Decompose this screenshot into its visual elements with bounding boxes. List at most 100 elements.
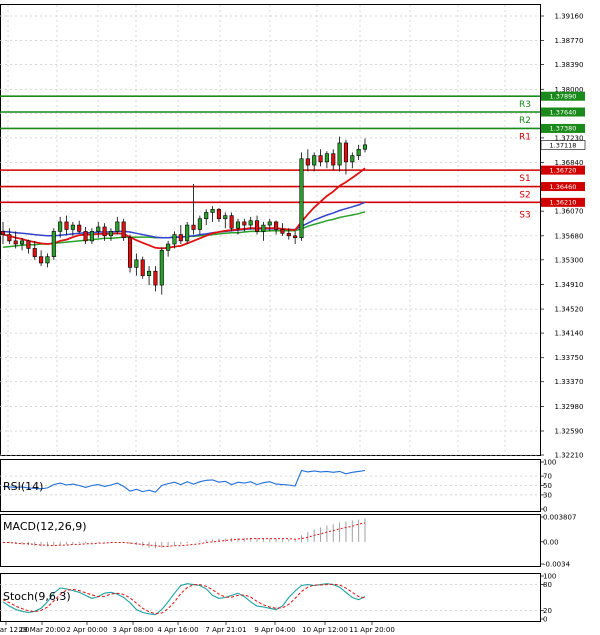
candle-body [235, 221, 241, 229]
level-name: R1 [519, 132, 531, 142]
candle-body [102, 226, 107, 237]
level-tag-text: 1.36210 [550, 199, 577, 207]
candle-body [210, 208, 215, 213]
macd-y-axis: 0.003807 0.00 -0.0034 [540, 514, 576, 569]
level-tag-text: 1.36720 [550, 166, 577, 174]
level-name: R3 [519, 100, 531, 110]
candle-body [147, 270, 152, 276]
candle-body [172, 234, 177, 245]
candle-body [204, 212, 209, 220]
y-tick-label: 30 [543, 491, 552, 499]
candle-body [254, 220, 260, 232]
candle-body [191, 224, 196, 230]
candle-body [39, 256, 44, 264]
stoch-title: Stoch(9,6,3) [3, 590, 71, 603]
x-tick-label: 9 Apr 04:00 [254, 626, 295, 634]
candle-body [26, 240, 31, 249]
current-price-tag-text: 1.37118 [550, 141, 577, 149]
candle-body [51, 231, 56, 257]
candle-body [318, 155, 323, 163]
candle-body [343, 142, 348, 163]
candle [121, 218, 126, 241]
main-plot-frame [0, 4, 541, 456]
candle-body [70, 224, 75, 230]
candle-body [324, 153, 329, 163]
candle-body [127, 237, 133, 268]
candle-body [286, 232, 291, 237]
y-tick-label: 1.33370 [555, 378, 584, 386]
candle [185, 221, 190, 245]
y-tick-label: -0.0034 [543, 561, 571, 569]
candle-body [166, 243, 171, 251]
level-tag-text: 1.37640 [550, 108, 577, 116]
candle-body [223, 215, 228, 220]
candle-body [7, 234, 12, 242]
level-name: S2 [519, 191, 530, 201]
rsi-y-axis: 100 705030 0 [540, 459, 556, 514]
candle-body [64, 221, 69, 230]
level-name: R2 [519, 116, 531, 126]
level-price-tags: 1.37890 1.37640 1.37380 1.36720 1.36460 1.362… [540, 91, 586, 207]
y-tick-label: 0.00 [543, 538, 559, 546]
candle-body [312, 155, 317, 166]
candle-body [32, 248, 37, 257]
x-tick-label: 4 Apr 16:00 [157, 626, 198, 634]
candle-body [197, 218, 202, 230]
candle [51, 228, 56, 260]
macd-title: MACD(12,26,9) [3, 520, 87, 533]
candle-body [89, 231, 94, 242]
candle-body [134, 259, 139, 268]
x-axis: 28 Mar 12:0029 Mar 20:002 Apr 00:003 Apr… [0, 621, 395, 634]
x-tick-label: 11 Apr 20:00 [349, 626, 395, 634]
candle-body [115, 221, 120, 232]
rsi-title: RSI(14) [3, 480, 43, 493]
candle-body [45, 256, 50, 264]
candle-body [299, 158, 304, 239]
candle-body [216, 208, 221, 220]
y-tick-label: 1.38390 [555, 61, 584, 69]
level-tag-text: 1.37380 [550, 125, 577, 133]
candle-body [108, 231, 114, 237]
candle-body [178, 234, 183, 242]
candle-body [274, 221, 279, 230]
main-y-axis: 1.391601.387701.383901.380001.376201.372… [540, 13, 583, 460]
x-tick-label: 10 Apr 12:00 [302, 626, 348, 634]
candle-body [229, 215, 234, 229]
y-tick-label: 1.33750 [555, 354, 584, 362]
candle-body [261, 224, 266, 232]
level-tag-text: 1.36460 [550, 183, 577, 191]
y-tick-label: 1.35680 [555, 232, 584, 240]
candle-body [280, 229, 285, 234]
y-tick-label: 1.34520 [555, 306, 584, 314]
candle-body [185, 224, 190, 242]
candle-body [293, 235, 298, 239]
candle-body [13, 240, 18, 245]
candle-body [20, 240, 25, 245]
y-tick-label: 1.39160 [555, 13, 584, 21]
y-tick-label: 1.35300 [555, 256, 584, 264]
candle-body [0, 231, 6, 235]
x-tick-label: 29 Mar 20:00 [19, 626, 66, 634]
x-tick-label: 2 Apr 00:00 [66, 626, 107, 634]
x-tick-label: 7 Apr 21:01 [205, 626, 246, 634]
candle-body [96, 226, 101, 232]
x-tick-label: 3 Apr 08:00 [112, 626, 153, 634]
candle-body [159, 250, 164, 286]
candle-body [121, 221, 126, 239]
candle-body [58, 221, 63, 232]
y-tick-label: 0 [543, 506, 547, 514]
level-tag-text: 1.37890 [550, 93, 577, 101]
candle [140, 256, 145, 279]
y-tick-label: 1.34140 [555, 330, 584, 338]
candle-body [153, 270, 158, 286]
y-tick-label: 0 [543, 616, 547, 624]
y-tick-label: 1.34910 [555, 281, 584, 289]
candle-body [140, 259, 145, 276]
price-chart: R3R2R1S1S2S3 1.391601.387701.383901.3800… [0, 4, 586, 634]
y-tick-label: 100 [543, 573, 556, 581]
candle-body [83, 231, 88, 242]
candle-body [337, 142, 342, 166]
y-tick-label: 100 [543, 459, 556, 467]
y-tick-label: 70 [543, 473, 552, 481]
candle-body [305, 158, 310, 166]
